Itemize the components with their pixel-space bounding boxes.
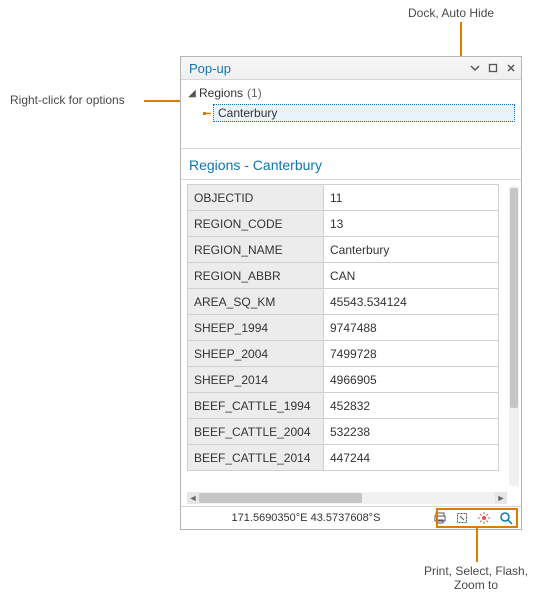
popup-title: Pop-up xyxy=(189,61,465,76)
close-icon[interactable] xyxy=(503,60,519,76)
attr-key: BEEF_CATTLE_2014 xyxy=(188,445,324,471)
attr-value: CAN xyxy=(324,263,499,289)
attribute-scroll: OBJECTID11REGION_CODE13REGION_NAMECanter… xyxy=(187,184,521,488)
table-row: BEEF_CATTLE_2004532238 xyxy=(188,419,499,445)
coordinates-text: 171.5690350°E 43.5737608°S xyxy=(181,512,431,524)
table-row: AREA_SQ_KM45543.534124 xyxy=(188,289,499,315)
table-row: REGION_NAMECanterbury xyxy=(188,237,499,263)
attr-key: REGION_ABBR xyxy=(188,263,324,289)
hscroll-left-button[interactable]: ◄ xyxy=(187,492,199,504)
attr-value: 11 xyxy=(324,185,499,211)
attr-value: 447244 xyxy=(324,445,499,471)
attr-value: 532238 xyxy=(324,419,499,445)
table-row: BEEF_CATTLE_1994452832 xyxy=(188,393,499,419)
attr-value: Canterbury xyxy=(324,237,499,263)
table-row: REGION_CODE13 xyxy=(188,211,499,237)
attr-key: SHEEP_2004 xyxy=(188,341,324,367)
attr-value: 452832 xyxy=(324,393,499,419)
attr-value: 45543.534124 xyxy=(324,289,499,315)
vertical-scrollbar[interactable] xyxy=(509,186,519,486)
annotation-actions-connector xyxy=(476,528,478,562)
dropdown-icon[interactable] xyxy=(467,60,483,76)
tree-root-label: Regions xyxy=(199,86,243,100)
annotation-dock-label: Dock, Auto Hide xyxy=(408,6,494,20)
attr-key: REGION_NAME xyxy=(188,237,324,263)
attr-key: REGION_CODE xyxy=(188,211,324,237)
attr-value: 7499728 xyxy=(324,341,499,367)
table-row: OBJECTID11 xyxy=(188,185,499,211)
horizontal-scrollbar[interactable]: ◄ ► xyxy=(187,492,507,504)
table-row: SHEEP_20144966905 xyxy=(188,367,499,393)
hscroll-right-button[interactable]: ► xyxy=(495,492,507,504)
table-row: BEEF_CATTLE_2014447244 xyxy=(188,445,499,471)
attr-key: SHEEP_1994 xyxy=(188,315,324,341)
attr-key: OBJECTID xyxy=(188,185,324,211)
collapse-icon[interactable]: ◢ xyxy=(187,88,197,99)
tree-area: ◢ Regions (1) Canterbury xyxy=(181,80,521,148)
section-header: Regions - Canterbury xyxy=(181,148,521,179)
attr-key: BEEF_CATTLE_2004 xyxy=(188,419,324,445)
vertical-scrollbar-thumb[interactable] xyxy=(510,188,518,408)
tree-child-row[interactable]: Canterbury xyxy=(201,104,515,122)
attr-value: 13 xyxy=(324,211,499,237)
popup-panel: Pop-up ◢ Regions (1) Canterbury xyxy=(180,56,522,530)
attribute-table: OBJECTID11REGION_CODE13REGION_NAMECanter… xyxy=(187,184,499,471)
annotation-rightclick-label: Right-click for options xyxy=(10,93,125,107)
annotation-actions-label: Print, Select, Flash, Zoom to xyxy=(424,564,528,592)
tree-child-marker-icon xyxy=(201,107,213,119)
attr-value: 9747488 xyxy=(324,315,499,341)
attr-key: AREA_SQ_KM xyxy=(188,289,324,315)
autohide-icon[interactable] xyxy=(485,60,501,76)
annotation-actions-highlight xyxy=(436,508,518,528)
tree-root-row[interactable]: ◢ Regions (1) xyxy=(187,84,515,102)
table-row: REGION_ABBRCAN xyxy=(188,263,499,289)
annotation-dock-connector xyxy=(460,22,462,56)
titlebar: Pop-up xyxy=(181,57,521,80)
tree-child-label: Canterbury xyxy=(213,104,515,122)
annotation-rightclick-connector xyxy=(144,100,180,102)
hscroll-track[interactable] xyxy=(199,492,495,504)
table-row: SHEEP_19949747488 xyxy=(188,315,499,341)
hscroll-thumb[interactable] xyxy=(199,493,362,503)
table-row: SHEEP_20047499728 xyxy=(188,341,499,367)
tree-root-count: (1) xyxy=(247,86,262,100)
attr-key: BEEF_CATTLE_1994 xyxy=(188,393,324,419)
attribute-area: OBJECTID11REGION_CODE13REGION_NAMECanter… xyxy=(181,179,521,508)
attr-key: SHEEP_2014 xyxy=(188,367,324,393)
attr-value: 4966905 xyxy=(324,367,499,393)
